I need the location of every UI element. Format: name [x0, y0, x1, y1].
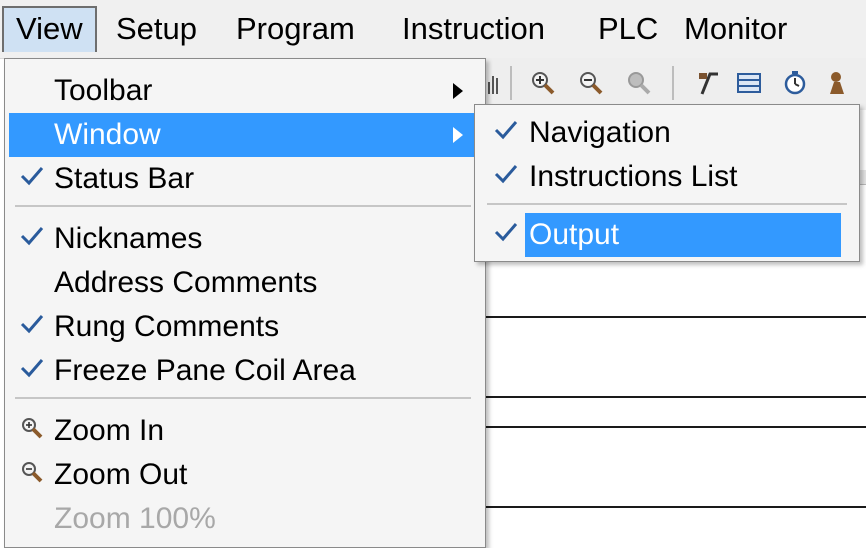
menu-instruction-label: Instruction — [402, 11, 546, 46]
toolbar-zoom-reset-icon[interactable] — [624, 68, 654, 98]
zoom-in-icon — [22, 418, 43, 439]
window-submenu-output[interactable]: Output — [479, 213, 855, 257]
checkmark-icon — [20, 315, 44, 334]
menu-setup[interactable]: Setup — [104, 6, 209, 52]
checkmark-icon — [20, 359, 44, 378]
menu-plc[interactable]: PLC — [586, 6, 670, 52]
menu-view-label: View — [16, 11, 83, 46]
view-menu-rung-comments[interactable]: Rung Comments — [9, 305, 479, 349]
view-menu-zoom-in[interactable]: Zoom In — [9, 409, 479, 453]
window-submenu-navigation-label: Navigation — [529, 116, 671, 149]
view-menu-rung-comments-label: Rung Comments — [54, 310, 280, 343]
checkmark-icon — [20, 227, 44, 246]
menu-program[interactable]: Program — [224, 6, 367, 52]
toolbar-zoom-in-icon[interactable] — [528, 68, 558, 98]
view-menu-zoom-in-label: Zoom In — [54, 414, 165, 447]
view-menu-toolbar-label: Toolbar — [54, 74, 153, 107]
submenu-arrow-icon — [453, 83, 463, 99]
menu-monitor[interactable]: Monitor — [672, 6, 799, 52]
menu-bar: View Setup Program Instruction PLC Monit… — [0, 0, 866, 59]
view-menu-zoom-out-label: Zoom Out — [54, 458, 188, 491]
view-menu-window-label: Window — [54, 118, 161, 151]
toolbar-figure-icon[interactable] — [822, 68, 852, 98]
window-submenu-navigation[interactable]: Navigation — [479, 111, 855, 155]
window-submenu: Navigation Instructions List Output — [474, 104, 860, 262]
view-menu-nicknames[interactable]: Nicknames — [9, 217, 479, 261]
window-submenu-output-label: Output — [525, 213, 841, 257]
toolbar-wire-icon[interactable] — [694, 68, 724, 98]
view-menu-nicknames-label: Nicknames — [54, 222, 203, 255]
view-menu-freeze-pane[interactable]: Freeze Pane Coil Area — [9, 349, 479, 393]
toolbar-database-icon[interactable] — [734, 68, 764, 98]
checkmark-icon — [20, 167, 44, 186]
menu-setup-label: Setup — [116, 11, 198, 46]
menu-view[interactable]: View — [2, 6, 97, 52]
view-menu-status-bar-label: Status Bar — [54, 162, 195, 195]
toolbar-timer-icon[interactable] — [780, 68, 810, 98]
checkmark-icon — [494, 121, 518, 140]
view-menu-zoom-100: Zoom 100% — [9, 497, 479, 541]
menu-separator — [487, 203, 847, 205]
window-submenu-instructions-list-label: Instructions List — [529, 160, 738, 193]
menu-plc-label: PLC — [598, 11, 659, 46]
toolbar-separator — [672, 66, 674, 100]
menu-program-label: Program — [236, 11, 355, 46]
toolbar-separator — [510, 66, 512, 100]
toolbar-zoom-out-icon[interactable] — [576, 68, 606, 98]
view-menu-window[interactable]: Window — [9, 113, 479, 157]
submenu-arrow-icon — [453, 127, 463, 143]
view-menu-zoom-100-label: Zoom 100% — [54, 502, 216, 535]
view-menu-status-bar[interactable]: Status Bar — [9, 157, 479, 201]
view-menu-dropdown: Toolbar Window Status Bar Nicknames Addr… — [4, 58, 486, 548]
checkmark-icon — [494, 223, 518, 242]
window-submenu-instructions-list[interactable]: Instructions List — [479, 155, 855, 199]
view-menu-toolbar[interactable]: Toolbar — [9, 69, 479, 113]
zoom-out-icon — [22, 462, 43, 483]
rung-line — [480, 426, 866, 428]
menu-separator — [15, 205, 471, 207]
rung-line — [480, 506, 866, 508]
view-menu-address-comments-label: Address Comments — [54, 266, 318, 299]
menu-separator — [15, 397, 471, 399]
menu-monitor-label: Monitor — [684, 11, 788, 46]
view-menu-address-comments[interactable]: Address Comments — [9, 261, 479, 305]
checkmark-icon — [494, 165, 518, 184]
rung-line — [480, 396, 866, 398]
view-menu-freeze-pane-label: Freeze Pane Coil Area — [54, 354, 356, 387]
menu-instruction[interactable]: Instruction — [390, 6, 557, 52]
rung-line — [480, 316, 866, 318]
view-menu-zoom-out[interactable]: Zoom Out — [9, 453, 479, 497]
